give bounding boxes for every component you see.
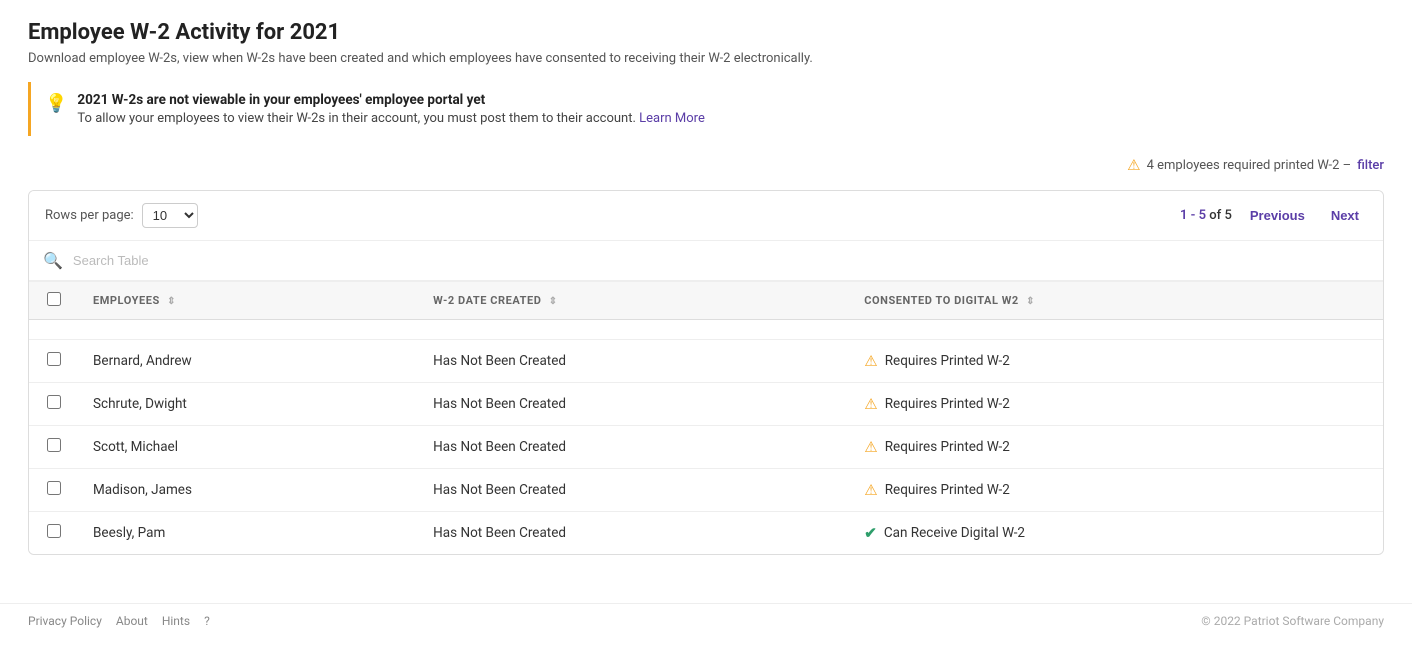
consent-label: Can Receive Digital W-2	[884, 525, 1025, 541]
w2-date: Has Not Been Created	[419, 340, 850, 383]
footer-bar: Privacy Policy About Hints ? © 2022 Patr…	[0, 603, 1412, 638]
rows-per-page-select[interactable]: 10 25 50 100	[142, 203, 198, 228]
table-card: Rows per page: 10 25 50 100 1 - 5 of 5 P…	[28, 190, 1384, 555]
consent-status: ⚠ Requires Printed W-2	[850, 340, 1383, 383]
page-subtitle: Download employee W-2s, view when W-2s h…	[28, 51, 1384, 66]
consent-label: Requires Printed W-2	[885, 439, 1010, 455]
footer-about-link[interactable]: About	[116, 614, 148, 628]
footer-hints-link[interactable]: Hints	[162, 614, 190, 628]
w2-date-column-header[interactable]: W-2 DATE CREATED ⇕	[419, 282, 850, 320]
page-of-text: of 5	[1209, 208, 1232, 223]
employee-name: Schrute, Dwight	[79, 383, 419, 426]
table-row: Beesly, PamHas Not Been Created ✔ Can Rece…	[29, 512, 1383, 555]
row-checkbox-cell[interactable]	[29, 340, 79, 383]
learn-more-link[interactable]: Learn More	[639, 111, 705, 126]
notice-title: 2021 W-2s are not viewable in your emplo…	[77, 92, 704, 108]
rows-per-page-control: Rows per page: 10 25 50 100	[45, 203, 198, 228]
search-row: 🔍	[29, 241, 1383, 281]
consent-label: Requires Printed W-2	[885, 353, 1010, 369]
consent-label: Requires Printed W-2	[885, 482, 1010, 498]
next-button[interactable]: Next	[1323, 204, 1367, 227]
warning-icon: ⚠	[1127, 156, 1140, 174]
page-range: 1 - 5 of 5	[1180, 208, 1232, 223]
consent-sort-icon: ⇕	[1026, 296, 1035, 307]
row-checkbox-cell[interactable]	[29, 383, 79, 426]
consent-status: ⚠ Requires Printed W-2	[850, 469, 1383, 512]
search-icon: 🔍	[43, 251, 63, 270]
notice-body-text: To allow your employees to view their W-…	[77, 111, 635, 126]
table-controls: Rows per page: 10 25 50 100 1 - 5 of 5 P…	[29, 191, 1383, 241]
employee-name: Madison, James	[79, 469, 419, 512]
rows-per-page-label: Rows per page:	[45, 208, 134, 223]
select-all-checkbox[interactable]	[47, 292, 61, 306]
employees-table: EMPLOYEES ⇕ W-2 DATE CREATED ⇕ CONSENTED…	[29, 281, 1383, 554]
employee-name: Scott, Michael	[79, 426, 419, 469]
checkmark-icon: ✔	[864, 524, 877, 542]
employees-column-header[interactable]: EMPLOYEES ⇕	[79, 282, 419, 320]
consent-column-header[interactable]: CONSENTED TO DIGITAL W2 ⇕	[850, 282, 1383, 320]
footer-help-link[interactable]: ?	[204, 614, 210, 628]
header-checkbox-cell[interactable]	[29, 282, 79, 320]
pagination: 1 - 5 of 5 Previous Next	[1180, 204, 1367, 227]
previous-button[interactable]: Previous	[1242, 204, 1313, 227]
notice-box: 💡 2021 W-2s are not viewable in your emp…	[28, 82, 1384, 136]
page-title: Employee W-2 Activity for 2021	[28, 20, 1384, 45]
warning-triangle-icon: ⚠	[864, 438, 877, 456]
table-row: Bernard, AndrewHas Not Been Created ⚠ Requ…	[29, 340, 1383, 383]
row-checkbox-cell[interactable]	[29, 426, 79, 469]
table-row: Schrute, DwightHas Not Been Created ⚠ Requ…	[29, 383, 1383, 426]
employees-sort-icon: ⇕	[167, 296, 176, 307]
consent-status: ⚠ Requires Printed W-2	[850, 383, 1383, 426]
row-checkbox[interactable]	[47, 352, 61, 366]
filter-link[interactable]: filter	[1357, 158, 1384, 173]
employee-name: Bernard, Andrew	[79, 340, 419, 383]
row-checkbox[interactable]	[47, 524, 61, 538]
lightbulb-icon: 💡	[45, 93, 67, 114]
w2-date: Has Not Been Created	[419, 426, 850, 469]
row-checkbox-cell[interactable]	[29, 469, 79, 512]
row-checkbox[interactable]	[47, 481, 61, 495]
footer-links: Privacy Policy About Hints ?	[28, 614, 210, 628]
w2-date: Has Not Been Created	[419, 469, 850, 512]
page-range-highlight: 1 - 5	[1180, 208, 1206, 223]
table-row: Madison, JamesHas Not Been Created ⚠ Requi…	[29, 469, 1383, 512]
filter-bar: ⚠ 4 employees required printed W-2 – fil…	[28, 156, 1384, 174]
row-checkbox-cell[interactable]	[29, 512, 79, 555]
consent-status: ✔ Can Receive Digital W-2	[850, 512, 1383, 555]
row-checkbox[interactable]	[47, 395, 61, 409]
w2-date-sort-icon: ⇕	[549, 296, 558, 307]
consent-status: ⚠ Requires Printed W-2	[850, 426, 1383, 469]
employee-name: Beesly, Pam	[79, 512, 419, 555]
footer-privacy-link[interactable]: Privacy Policy	[28, 614, 102, 628]
consent-label: Requires Printed W-2	[885, 396, 1010, 412]
search-input[interactable]	[73, 253, 1369, 268]
row-checkbox[interactable]	[47, 438, 61, 452]
table-row: Scott, MichaelHas Not Been Created ⚠ Requi…	[29, 426, 1383, 469]
w2-date: Has Not Been Created	[419, 383, 850, 426]
warning-triangle-icon: ⚠	[864, 395, 877, 413]
warning-triangle-icon: ⚠	[864, 352, 877, 370]
w2-date: Has Not Been Created	[419, 512, 850, 555]
filter-bar-text: 4 employees required printed W-2 –	[1147, 158, 1352, 173]
warning-triangle-icon: ⚠	[864, 481, 877, 499]
footer-copyright: © 2022 Patriot Software Company	[1201, 614, 1384, 628]
notice-body: To allow your employees to view their W-…	[77, 111, 704, 126]
